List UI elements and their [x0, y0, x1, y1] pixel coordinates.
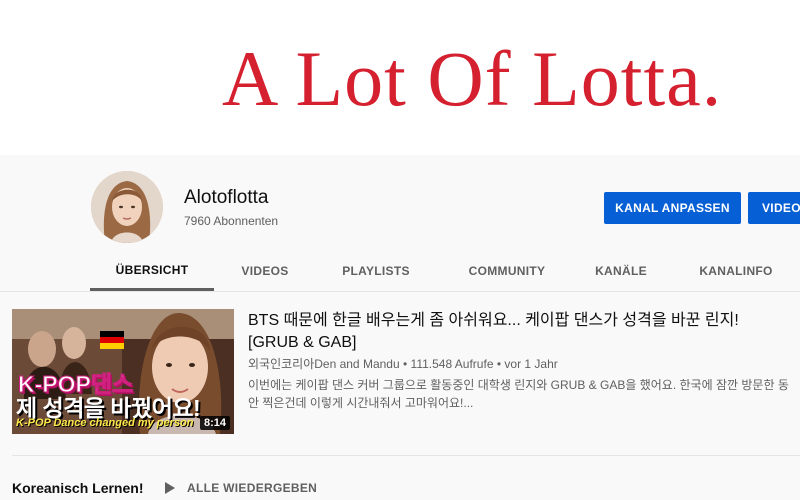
video-channel-link[interactable]: 외국인코리아Den and Mandu — [248, 357, 400, 371]
play-all-button[interactable]: ALLE WIEDERGEBEN — [187, 481, 317, 495]
thumbnail-caption-3: K-POP Dance changed my person — [16, 417, 194, 429]
tab-playlists[interactable]: PLAYLISTS — [330, 251, 422, 291]
avatar-image — [91, 171, 163, 243]
channel-content: K-POP댄스 제 성격을 바꿨어요! K-POP Dance changed … — [0, 292, 800, 500]
banner-title: A Lot Of Lotta. — [222, 35, 723, 122]
tab-channels[interactable]: KANÄLE — [584, 251, 658, 291]
views-count: • 111.548 Aufrufe — [402, 357, 494, 371]
tab-community[interactable]: COMMUNITY — [452, 251, 562, 291]
featured-video-meta: 외국인코리아Den and Mandu • 111.548 Aufrufe • … — [248, 355, 558, 372]
play-icon[interactable] — [164, 481, 176, 495]
section-divider — [12, 455, 800, 456]
tab-about[interactable]: KANALINFO — [690, 251, 782, 291]
featured-video-title[interactable]: BTS 때문에 한글 배우는게 좀 아쉬워요... 케이팝 댄스가 성격을 바꾼… — [248, 310, 758, 354]
section-title[interactable]: Koreanisch Lernen! — [12, 480, 143, 496]
subscriber-count: 7960 Abonnenten — [184, 214, 279, 228]
upload-age: • vor 1 Jahr — [496, 357, 558, 371]
tab-videos[interactable]: VIDEOS — [220, 251, 310, 291]
video-duration-badge: 8:14 — [199, 416, 230, 430]
channel-banner: A Lot Of Lotta. — [0, 0, 800, 155]
channel-tabs: ÜBERSICHT VIDEOS PLAYLISTS COMMUNITY KAN… — [90, 251, 800, 291]
channel-name: Alotoflotta — [184, 187, 269, 208]
tab-overview[interactable]: ÜBERSICHT — [90, 251, 214, 291]
manage-videos-button[interactable]: VIDEOS — [748, 192, 800, 224]
featured-video-thumbnail[interactable]: K-POP댄스 제 성격을 바꿨어요! K-POP Dance changed … — [12, 309, 234, 434]
channel-header: Alotoflotta 7960 Abonnenten KANAL ANPASS… — [0, 155, 800, 291]
customize-channel-button[interactable]: KANAL ANPASSEN — [604, 192, 741, 224]
avatar[interactable] — [91, 171, 163, 243]
featured-video-description: 이번에는 케이팝 댄스 커버 그룹으로 활동중인 대학생 린지와 GRUB & … — [248, 378, 789, 410]
